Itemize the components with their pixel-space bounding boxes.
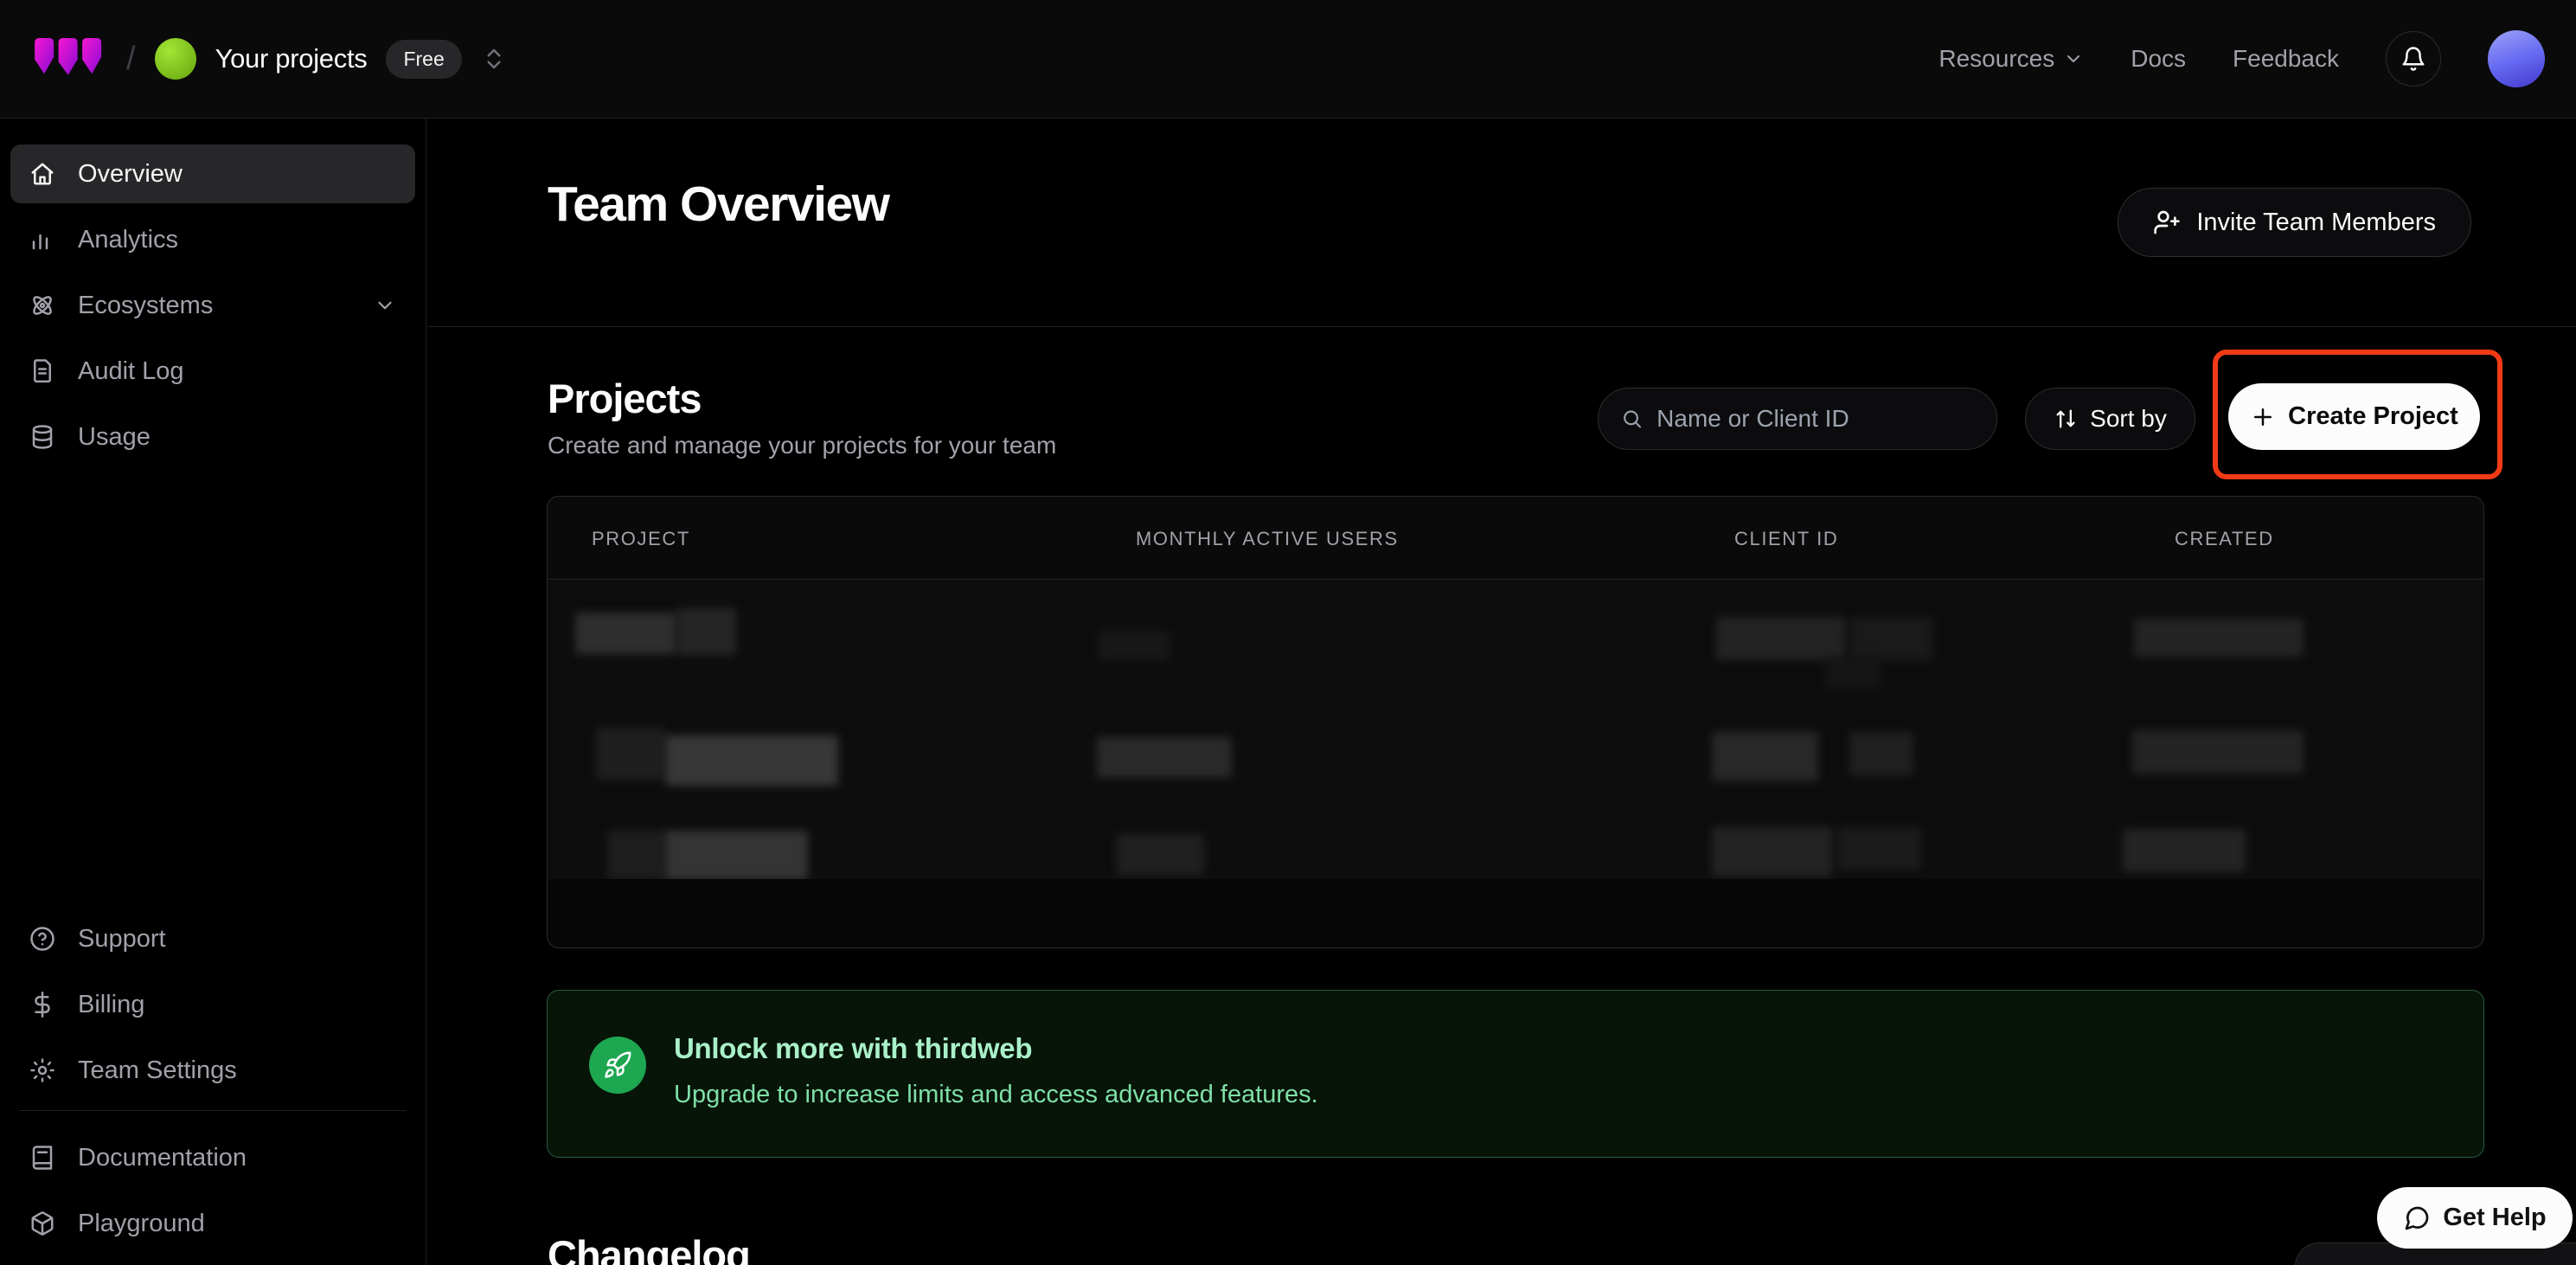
- sidebar-item-usage[interactable]: Usage: [10, 408, 415, 466]
- chevron-down-icon: [2063, 48, 2084, 69]
- plus-icon: [2250, 404, 2276, 430]
- redacted-cell: [1712, 827, 1833, 877]
- get-help-button[interactable]: Get Help: [2377, 1187, 2573, 1249]
- team-avatar: [155, 38, 196, 80]
- changelog-section-title: Changelog: [548, 1231, 750, 1265]
- sidebar-item-overview[interactable]: Overview: [10, 144, 415, 203]
- database-icon: [29, 424, 55, 450]
- atom-icon: [29, 292, 55, 318]
- projects-table-header: PROJECT MONTHLY ACTIVE USERS CLIENT ID C…: [548, 497, 2483, 580]
- projects-table-rows-redacted[interactable]: [548, 581, 2483, 947]
- top-nav-links: Resources Docs Feedback: [1938, 30, 2545, 87]
- team-name[interactable]: Your projects: [215, 43, 368, 74]
- redacted-cell: [1097, 737, 1232, 778]
- thirdweb-dashboard: / Your projects Free Resources Docs Feed…: [0, 0, 2576, 1265]
- redacted-cell: [575, 613, 677, 654]
- sidebar-item-analytics[interactable]: Analytics: [10, 210, 415, 269]
- search-icon: [1621, 407, 1643, 431]
- redacted-cell: [607, 831, 665, 880]
- invite-team-members-button[interactable]: Invite Team Members: [2118, 188, 2471, 257]
- gear-icon: [29, 1057, 55, 1083]
- redacted-cell: [1099, 631, 1169, 660]
- team-header-section: Team Overview Invite Team Members: [427, 119, 2576, 327]
- user-plus-icon: [2153, 209, 2181, 236]
- redacted-cell: [596, 728, 665, 780]
- nav-link-resources[interactable]: Resources: [1938, 45, 2084, 73]
- redacted-cell: [1716, 617, 1846, 660]
- column-header-monthly-active-users: MONTHLY ACTIVE USERS: [1136, 528, 1399, 550]
- column-header-client-id: CLIENT ID: [1734, 528, 1838, 550]
- dollar-icon: [29, 992, 55, 1018]
- projects-section-title: Projects: [548, 375, 701, 422]
- sidebar-item-playground[interactable]: Playground: [10, 1194, 415, 1253]
- redacted-cell: [1117, 834, 1204, 876]
- bell-icon: [2400, 46, 2426, 72]
- cube-icon: [29, 1210, 55, 1236]
- file-text-icon: [29, 358, 55, 384]
- redacted-band: [548, 879, 2483, 947]
- sidebar-item-documentation[interactable]: Documentation: [10, 1128, 415, 1187]
- top-navbar: / Your projects Free Resources Docs Feed…: [0, 0, 2576, 119]
- chat-bubble-icon: [2403, 1204, 2431, 1232]
- redacted-cell: [665, 735, 838, 786]
- help-circle-icon: [29, 926, 55, 952]
- redacted-cell: [1849, 732, 1913, 775]
- sidebar: Overview Analytics Ecosystems Audit Log: [0, 119, 426, 1265]
- nav-link-docs[interactable]: Docs: [2131, 45, 2186, 73]
- bar-chart-icon: [29, 227, 55, 253]
- user-avatar[interactable]: [2488, 30, 2545, 87]
- breadcrumb-separator: /: [126, 41, 136, 78]
- redacted-cell: [665, 831, 808, 880]
- arrows-up-down-icon: [2054, 407, 2078, 431]
- redacted-cell: [2132, 730, 2304, 774]
- project-search: [1598, 388, 1997, 450]
- sidebar-item-support[interactable]: Support: [10, 909, 415, 968]
- column-header-project: PROJECT: [592, 528, 690, 550]
- project-search-input[interactable]: [1656, 405, 1974, 433]
- redacted-cell: [2134, 619, 2304, 657]
- upgrade-banner-description: Upgrade to increase limits and access ad…: [674, 1081, 1318, 1109]
- redacted-cell: [2123, 829, 2246, 872]
- book-icon: [29, 1145, 55, 1171]
- projects-table: PROJECT MONTHLY ACTIVE USERS CLIENT ID C…: [547, 496, 2484, 948]
- upgrade-banner[interactable]: Unlock more with thirdweb Upgrade to inc…: [547, 990, 2484, 1158]
- chevron-down-icon: [374, 294, 396, 317]
- chevrons-up-down-icon[interactable]: [481, 46, 507, 72]
- sidebar-item-ecosystems[interactable]: Ecosystems: [10, 276, 415, 335]
- sidebar-item-team-settings[interactable]: Team Settings: [10, 1041, 415, 1100]
- create-project-button[interactable]: Create Project: [2228, 383, 2480, 450]
- redacted-cell: [1850, 617, 1932, 660]
- sidebar-footer: Support Billing Team Settings: [10, 909, 415, 1260]
- sidebar-divider: [19, 1110, 407, 1111]
- sidebar-item-billing[interactable]: Billing: [10, 975, 415, 1034]
- redacted-cell: [1712, 732, 1818, 781]
- rocket-icon: [589, 1037, 646, 1094]
- nav-link-feedback[interactable]: Feedback: [2233, 45, 2339, 73]
- redacted-cell: [1837, 827, 1921, 870]
- sidebar-item-audit-log[interactable]: Audit Log: [10, 342, 415, 401]
- sort-by-button[interactable]: Sort by: [2025, 388, 2195, 450]
- plan-badge: Free: [386, 40, 461, 79]
- projects-section-subtitle: Create and manage your projects for your…: [548, 432, 1056, 459]
- redacted-cell: [1826, 657, 1881, 688]
- redacted-cell: [677, 608, 736, 655]
- thirdweb-logo-icon[interactable]: [31, 33, 107, 86]
- upgrade-banner-title: Unlock more with thirdweb: [674, 1032, 1032, 1065]
- breadcrumb: / Your projects Free: [31, 33, 507, 86]
- main-content: Team Overview Invite Team Members Projec…: [427, 119, 2576, 1265]
- page-title: Team Overview: [548, 176, 889, 233]
- column-header-created: CREATED: [2175, 528, 2274, 550]
- notifications-button[interactable]: [2386, 31, 2441, 87]
- home-icon: [29, 161, 55, 187]
